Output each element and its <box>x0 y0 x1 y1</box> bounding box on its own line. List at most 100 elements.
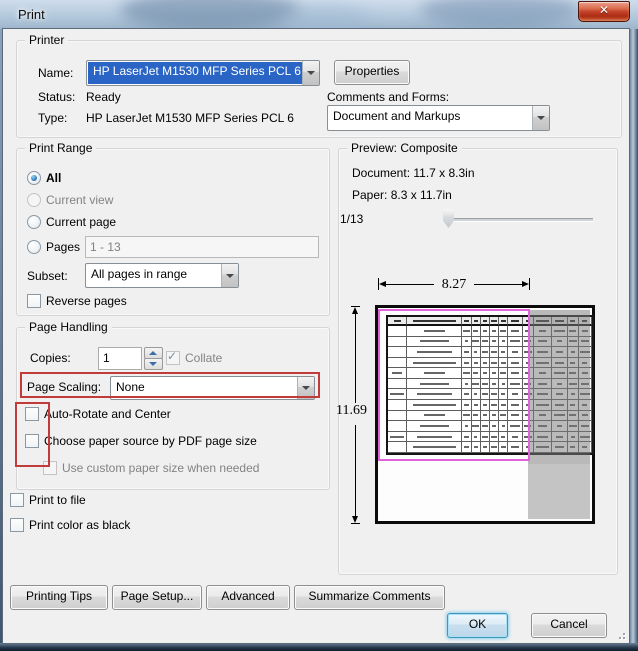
preview-table-cell <box>481 421 490 432</box>
preview-table-cell <box>490 432 499 443</box>
radio-current-page[interactable] <box>27 215 41 229</box>
preview-table-cell <box>388 358 407 369</box>
preview-table-cell <box>388 400 407 411</box>
radio-pages[interactable] <box>27 240 41 254</box>
preview-table-cell <box>568 389 579 400</box>
ok-button[interactable]: OK <box>447 613 508 638</box>
preview-table-cell <box>579 411 592 422</box>
preview-table-cell <box>523 411 534 422</box>
preview-table-cell <box>579 389 592 400</box>
preview-table-cell <box>481 432 490 443</box>
comments-forms-combobox[interactable]: Document and Markups <box>327 105 550 131</box>
close-button[interactable]: ✕ <box>578 1 630 22</box>
preview-table-cell <box>472 368 481 379</box>
preview-table-cell <box>568 347 579 358</box>
properties-button-label: Properties <box>345 64 400 78</box>
preview-table-cell <box>499 432 508 443</box>
preview-table-cell <box>472 400 481 411</box>
cancel-button[interactable]: Cancel <box>531 613 607 638</box>
window-title: Print <box>18 7 45 22</box>
printer-name-combobox[interactable]: HP LaserJet M1530 MFP Series PCL 6 <box>86 60 320 86</box>
page-scaling-combo-button[interactable] <box>297 377 314 399</box>
preview-table-cell <box>481 442 490 453</box>
preview-table-cell <box>388 421 407 432</box>
preview-table-cell <box>388 337 407 348</box>
page-scaling-value: None <box>111 377 297 399</box>
auto-rotate-checkbox[interactable] <box>25 407 39 421</box>
preview-table-cell <box>552 358 567 369</box>
preview-table-cell <box>579 432 592 443</box>
subset-combobox[interactable]: All pages in range <box>85 263 239 288</box>
reverse-pages-checkbox[interactable] <box>27 294 41 308</box>
preview-table-cell <box>462 442 471 453</box>
preview-table-cell <box>523 358 534 369</box>
preview-table-cell <box>499 326 508 337</box>
preview-table-header-cell <box>568 317 579 326</box>
page-setup-button[interactable]: Page Setup... <box>112 585 202 610</box>
preview-table-cell <box>579 368 592 379</box>
advanced-label: Advanced <box>221 589 274 603</box>
pages-range-input[interactable]: 1 - 13 <box>85 236 319 258</box>
preview-table-cell <box>472 358 481 369</box>
preview-table-cell <box>523 400 534 411</box>
preview-table-cell <box>407 411 462 422</box>
preview-table-cell <box>462 337 471 348</box>
preview-table-cell <box>499 421 508 432</box>
printing-tips-button[interactable]: Printing Tips <box>10 585 108 610</box>
preview-table-cell <box>407 421 462 432</box>
print-dialog-window: Print ✕ Printer Name: HP LaserJet M1530 … <box>0 0 638 651</box>
subset-combo-button[interactable] <box>221 264 238 287</box>
preview-page-slider-track[interactable] <box>448 218 593 222</box>
preview-table-cell <box>552 326 567 337</box>
preview-table-cell <box>388 368 407 379</box>
preview-table-cell <box>462 411 471 422</box>
radio-all-label: All <box>46 171 61 185</box>
print-color-black-label: Print color as black <box>29 518 130 532</box>
printer-name-value: HP LaserJet M1530 MFP Series PCL 6 <box>88 62 302 84</box>
auto-rotate-label: Auto-Rotate and Center <box>44 407 171 421</box>
preview-table-cell <box>552 421 567 432</box>
comments-forms-value: Document and Markups <box>328 106 532 130</box>
preview-table-cell <box>462 358 471 369</box>
paper-source-checkbox[interactable] <box>25 434 39 448</box>
preview-table-cell <box>568 326 579 337</box>
comments-forms-combo-button[interactable] <box>532 106 549 130</box>
preview-table-cell <box>490 326 499 337</box>
preview-table-cell <box>568 442 579 453</box>
properties-button[interactable]: Properties <box>334 60 410 85</box>
radio-selected-icon <box>31 175 37 181</box>
advanced-button[interactable]: Advanced <box>206 585 290 610</box>
page-scaling-combobox[interactable]: None <box>110 376 315 400</box>
preview-table-cell <box>472 411 481 422</box>
copies-input[interactable]: 1 <box>98 347 142 370</box>
preview-table-cell <box>472 389 481 400</box>
preview-table-cell <box>552 379 567 390</box>
preview-table-header-cell <box>534 317 552 326</box>
preview-table-cell <box>534 379 552 390</box>
preview-table-cell <box>579 400 592 411</box>
preview-page-indicator: 1/13 <box>340 212 363 226</box>
preview-document-info: Document: 11.7 x 8.3in <box>352 166 475 180</box>
print-color-black-checkbox[interactable] <box>10 518 24 532</box>
preview-table-cell <box>579 358 592 369</box>
summarize-comments-button[interactable]: Summarize Comments <box>294 585 445 610</box>
preview-table-cell <box>499 400 508 411</box>
print-to-file-checkbox[interactable] <box>10 493 24 507</box>
preview-table-cell <box>534 442 552 453</box>
preview-table-cell <box>388 432 407 443</box>
cancel-label: Cancel <box>550 617 587 631</box>
title-bar: Print <box>0 0 638 29</box>
resize-grip[interactable] <box>615 629 627 641</box>
preview-paper-info: Paper: 8.3 x 11.7in <box>352 188 452 202</box>
preview-table-header-cell <box>552 317 567 326</box>
preview-table-cell <box>579 379 592 390</box>
checkmark-icon: ✓ <box>167 349 177 363</box>
printer-name-combo-button[interactable] <box>302 61 319 85</box>
preview-table-cell <box>490 368 499 379</box>
radio-current-view-label: Current view <box>46 193 113 207</box>
spin-down-button[interactable] <box>144 358 163 370</box>
radio-all[interactable] <box>27 171 41 185</box>
preview-table-cell <box>490 337 499 348</box>
preview-table-cell <box>462 432 471 443</box>
preview-table-cell <box>490 421 499 432</box>
